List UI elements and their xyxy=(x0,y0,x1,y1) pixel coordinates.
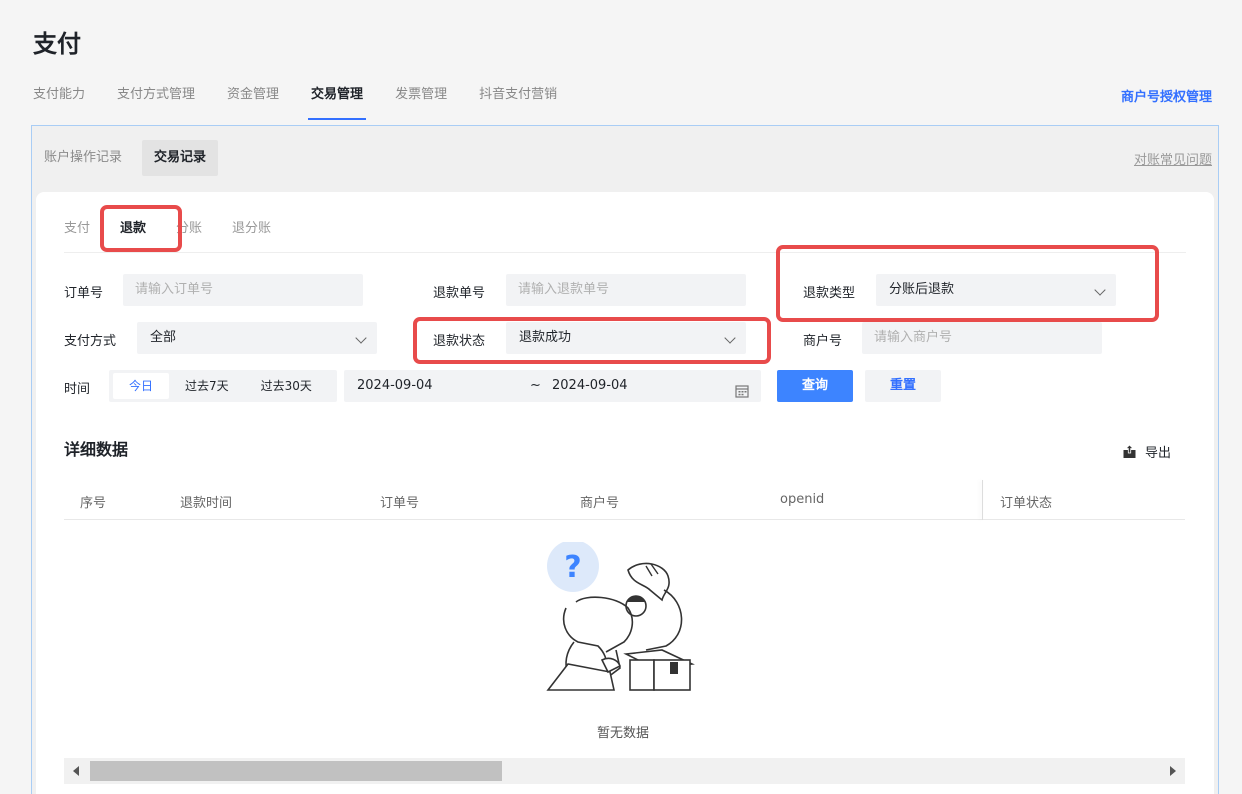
col-order-status: 订单状态 xyxy=(1000,496,1053,511)
start-date: 2024-09-04 xyxy=(357,378,433,393)
refund-type-value: 分账后退款 xyxy=(889,282,955,297)
records-card: 支付 退款 分账 退分账 订单号 请输入订单号 退款单号 请输入退款单号 退款类… xyxy=(36,192,1214,794)
time-option-7days[interactable]: 过去7天 xyxy=(169,373,245,399)
type-tabs: 支付 退款 分账 退分账 xyxy=(64,216,301,236)
order-no-input[interactable]: 请输入订单号 xyxy=(123,274,363,306)
refund-status-value: 退款成功 xyxy=(519,330,572,345)
merchant-auth-link[interactable]: 商户号授权管理 xyxy=(1121,86,1212,105)
top-tab-douyin-marketing[interactable]: 抖音支付营销 xyxy=(479,84,557,122)
refund-status-select[interactable]: 退款成功 xyxy=(506,322,746,354)
trade-panel: 账户操作记录 交易记录 对账常见问题 支付 退款 分账 退分账 订单号 请输入订… xyxy=(31,125,1219,794)
export-label: 导出 xyxy=(1145,446,1172,461)
empty-text: 暂无数据 xyxy=(597,726,650,741)
chevron-down-icon xyxy=(343,322,377,354)
top-tab-trade-manage[interactable]: 交易管理 xyxy=(308,84,367,122)
chevron-down-icon xyxy=(712,322,746,354)
refund-type-select[interactable]: 分账后退款 xyxy=(876,274,1116,306)
scroll-thumb[interactable] xyxy=(90,761,502,781)
pay-method-label: 支付方式 xyxy=(64,334,117,349)
type-tabs-divider xyxy=(64,252,1186,253)
order-no-label: 订单号 xyxy=(64,286,104,301)
chevron-down-icon xyxy=(1082,274,1116,306)
export-icon xyxy=(1122,444,1137,459)
refund-no-input[interactable]: 请输入退款单号 xyxy=(506,274,746,306)
scroll-right-arrow-icon[interactable] xyxy=(1170,766,1176,776)
col-openid: openid xyxy=(780,492,825,507)
column-divider xyxy=(982,480,983,520)
reset-button[interactable]: 重置 xyxy=(865,370,941,402)
time-option-today[interactable]: 今日 xyxy=(113,373,170,399)
merchant-no-label: 商户号 xyxy=(803,334,843,349)
time-range-segment: 今日 过去7天 过去30天 xyxy=(109,370,337,402)
merchant-no-input[interactable]: 请输入商户号 xyxy=(862,322,1102,354)
query-button[interactable]: 查询 xyxy=(777,370,853,402)
top-tab-pay-ability[interactable]: 支付能力 xyxy=(33,84,85,122)
time-option-30days[interactable]: 过去30天 xyxy=(245,373,328,399)
export-button[interactable]: 导出 xyxy=(1122,442,1171,461)
sub-tab-account-log[interactable]: 账户操作记录 xyxy=(44,140,134,176)
col-index: 序号 xyxy=(80,496,107,511)
end-date: 2024-09-04 xyxy=(552,378,628,393)
date-separator: ~ xyxy=(530,378,541,393)
col-refund-time: 退款时间 xyxy=(180,496,233,511)
refund-status-label: 退款状态 xyxy=(433,334,486,349)
page-title: 支付 xyxy=(33,30,81,58)
col-merchant-no: 商户号 xyxy=(580,496,620,511)
refund-type-label: 退款类型 xyxy=(803,286,856,301)
top-tab-fund-manage[interactable]: 资金管理 xyxy=(227,84,279,122)
pay-method-select[interactable]: 全部 xyxy=(137,322,377,354)
top-tab-pay-method-manage[interactable]: 支付方式管理 xyxy=(117,84,195,122)
type-tab-split[interactable]: 分账 xyxy=(176,217,202,236)
type-tab-pay[interactable]: 支付 xyxy=(64,217,90,236)
pay-method-value: 全部 xyxy=(150,330,177,345)
sub-tab-trade-records[interactable]: 交易记录 xyxy=(142,140,219,176)
sub-tabs: 账户操作记录 交易记录 xyxy=(44,140,219,176)
horizontal-scrollbar[interactable] xyxy=(64,758,1185,784)
faq-link[interactable]: 对账常见问题 xyxy=(1134,149,1212,168)
calendar-icon xyxy=(735,379,749,398)
type-tab-refund[interactable]: 退款 xyxy=(120,217,146,236)
type-tab-refund-split[interactable]: 退分账 xyxy=(232,217,271,236)
top-tabs: 支付能力 支付方式管理 资金管理 交易管理 发票管理 抖音支付营销 xyxy=(33,84,589,122)
date-range-picker[interactable]: 2024-09-04 ~ 2024-09-04 xyxy=(344,370,761,402)
details-title: 详细数据 xyxy=(64,440,129,459)
col-order-no: 订单号 xyxy=(380,496,420,511)
time-label: 时间 xyxy=(64,382,91,397)
table-header: 序号 退款时间 订单号 商户号 openid 订单状态 xyxy=(64,480,1185,520)
top-tab-invoice-manage[interactable]: 发票管理 xyxy=(395,84,447,122)
svg-text:?: ? xyxy=(564,550,581,585)
refund-no-label: 退款单号 xyxy=(433,286,486,301)
scroll-left-arrow-icon[interactable] xyxy=(73,766,79,776)
empty-state-illustration: ? xyxy=(546,540,706,697)
